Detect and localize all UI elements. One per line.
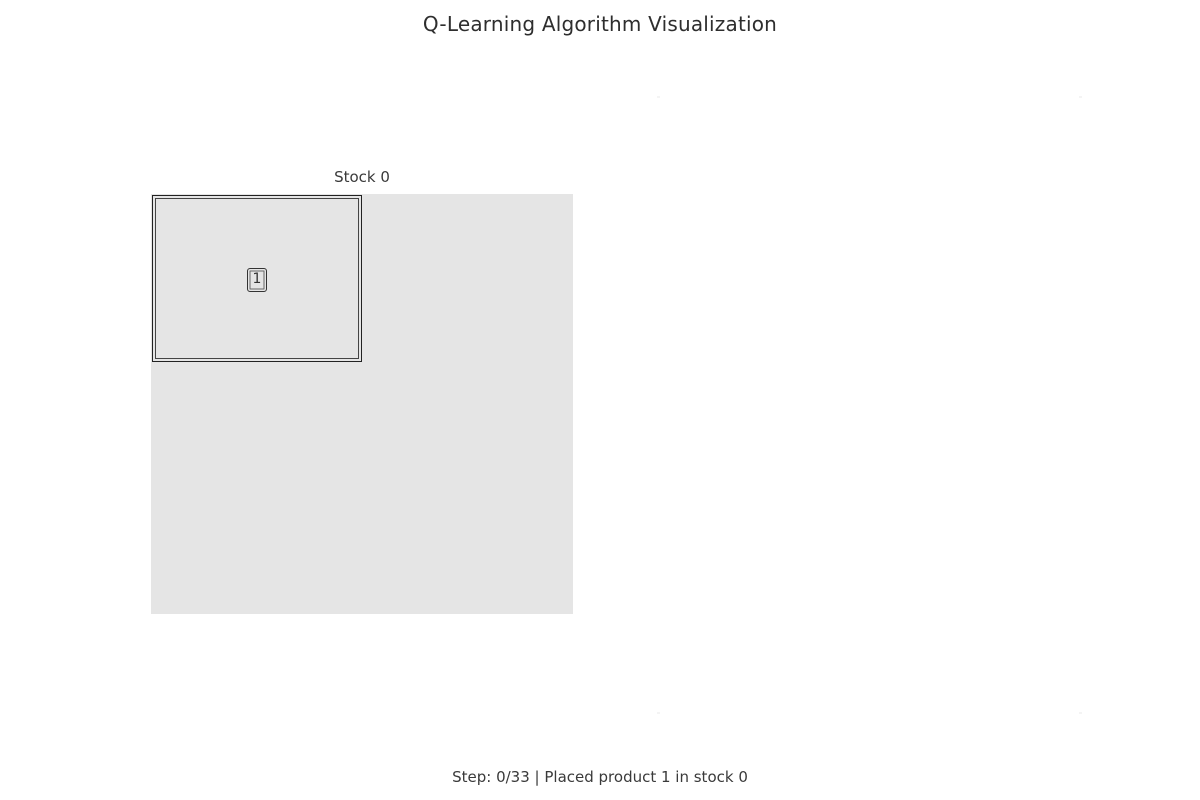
page-title: Q-Learning Algorithm Visualization — [422, 12, 778, 36]
stock-0-label: Stock 0 — [334, 168, 390, 186]
status-text: Step: 0/33 | Placed product 1 in stock 0 — [452, 768, 748, 786]
axes-corner-mark — [657, 712, 660, 714]
axes-corner-mark — [1079, 96, 1082, 98]
axes-corner-mark — [1079, 712, 1082, 714]
product-1-label: 1 — [247, 268, 267, 292]
axes-corner-mark — [657, 96, 660, 98]
product-1-rect: 1 — [152, 195, 362, 362]
stock-0-area: 1 — [151, 194, 573, 614]
